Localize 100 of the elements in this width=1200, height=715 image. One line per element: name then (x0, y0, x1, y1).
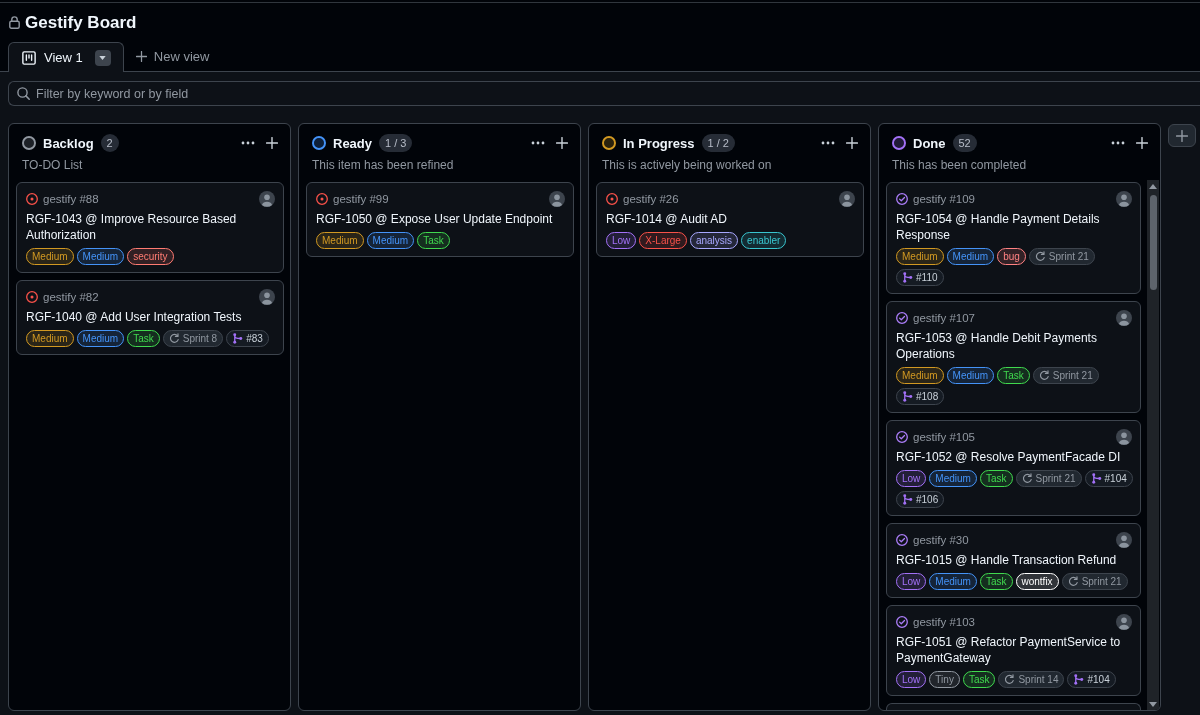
plus-icon (1176, 129, 1188, 142)
plus-icon (556, 137, 568, 149)
card-title[interactable]: RGF-1052 @ Resolve PaymentFacade DI (896, 449, 1134, 465)
column-title: In Progress (623, 135, 695, 151)
ellipsis-icon (531, 141, 545, 145)
card-title[interactable]: RGF-1050 @ Expose User Update Endpoint (316, 211, 567, 227)
issue-reference[interactable]: gestify #88 (43, 193, 99, 205)
linked-pull-request[interactable]: #110 (896, 269, 944, 286)
scroll-up-icon[interactable] (1149, 184, 1157, 189)
avatar-icon (259, 289, 275, 305)
issue-reference[interactable]: gestify #105 (913, 431, 975, 443)
ellipsis-icon (821, 141, 835, 145)
issue-label: security (127, 248, 174, 265)
circular-arrow-icon (1034, 251, 1046, 262)
avatar-icon (259, 191, 275, 207)
issue-reference[interactable]: gestify #30 (913, 534, 969, 546)
plus-icon (135, 51, 147, 62)
issue-reference[interactable]: gestify #103 (913, 616, 975, 628)
issue-label: Low (896, 671, 927, 688)
issue-label: X-Large (639, 232, 687, 249)
circular-arrow-icon (1004, 674, 1016, 685)
issue-card[interactable]: gestify #105 RGF-1052 @ Resolve PaymentFacade DI Low Medium Task Sprint 21 #104 #106 (886, 420, 1141, 516)
branch-icon (1090, 473, 1102, 484)
issue-label: Task (979, 573, 1013, 590)
circular-arrow-icon (168, 333, 180, 344)
linked-pull-request[interactable]: #104 (1067, 671, 1116, 688)
sprint-tag[interactable]: Sprint 21 (1028, 248, 1095, 265)
avatar-icon (1116, 310, 1132, 326)
issue-reference[interactable]: gestify #82 (43, 291, 99, 303)
issue-reference[interactable]: gestify #109 (913, 193, 975, 205)
issue-label: Medium (896, 367, 944, 384)
search-icon (17, 87, 30, 100)
issue-card[interactable]: gestify #103 RGF-1051 @ Refactor PaymentService to PaymentGateway Low Tiny Task Sprint 14 #104 (886, 605, 1141, 696)
new-view-button[interactable]: New view (127, 42, 218, 71)
issue-label: enabler (741, 232, 787, 249)
issue-label: Medium (929, 573, 977, 590)
sprint-tag[interactable]: Sprint 21 (1032, 367, 1099, 384)
view-tab[interactable]: View 1 (8, 42, 124, 72)
column-title: Done (913, 135, 946, 151)
linked-pull-request[interactable]: #83 (226, 330, 269, 347)
branch-icon (902, 391, 913, 402)
issue-label: Task (962, 671, 996, 688)
view-options-button[interactable] (94, 49, 111, 66)
issue-label: Low (896, 573, 927, 590)
issue-label: bug (997, 248, 1026, 265)
issue-label: Medium (366, 232, 415, 249)
issue-reference[interactable]: gestify #26 (623, 193, 679, 205)
issue-label: Medium (26, 330, 74, 347)
column-title: Backlog (43, 135, 94, 151)
issue-card[interactable]: gestify #88 RGF-1043 @ Improve Resource Based Authorization Medium Medium security (16, 182, 284, 273)
item-count: 1 / 3 (379, 134, 413, 152)
issue-card[interactable]: gestify #82 RGF-1040 @ Add User Integration Tests Medium Medium Task Sprint 8 #83 (16, 280, 284, 355)
linked-pull-request[interactable]: #106 (896, 491, 945, 508)
branch-icon (1073, 674, 1085, 685)
board-title: Gestify Board (25, 12, 137, 33)
board-icon (22, 50, 36, 65)
issue-label: Medium (26, 248, 74, 265)
card-title[interactable]: RGF-1043 @ Improve Resource Based Authorization (26, 211, 277, 243)
avatar-icon (549, 191, 565, 207)
issue-label: Medium (76, 330, 125, 347)
avatar-icon (1116, 191, 1132, 207)
ellipsis-icon (241, 141, 255, 145)
issue-card[interactable]: gestify #99 RGF-1050 @ Expose User Update Endpoint Medium Medium Task (306, 182, 574, 257)
linked-pull-request[interactable]: #104 (1084, 470, 1133, 487)
issue-label: Task (127, 330, 160, 347)
card-title[interactable]: RGF-1014 @ Audit AD (606, 211, 857, 227)
avatar-icon (839, 191, 855, 207)
issue-label: analysis (689, 232, 739, 249)
card-title[interactable]: RGF-1015 @ Handle Transaction Refund (896, 552, 1134, 568)
scroll-down-icon[interactable] (1149, 702, 1157, 707)
card-title[interactable]: RGF-1054 @ Handle Payment Details Response (896, 211, 1134, 243)
avatar-icon (1116, 532, 1132, 548)
item-count: 1 / 2 (701, 134, 735, 152)
scroll-thumb[interactable] (1149, 195, 1157, 290)
issue-reference[interactable]: gestify #107 (913, 312, 975, 324)
issue-reference[interactable]: gestify #99 (333, 193, 389, 205)
issue-label: Medium (946, 248, 995, 265)
branch-icon (232, 333, 244, 344)
card-title[interactable]: RGF-1051 @ Refactor PaymentService to PaymentGateway (896, 634, 1134, 666)
linked-pull-request[interactable]: #108 (896, 388, 945, 405)
column-description: This item has been refined (311, 157, 455, 173)
scrollbar-track[interactable] (1147, 180, 1159, 710)
sprint-tag[interactable]: Sprint 14 (998, 671, 1065, 688)
card-title[interactable]: RGF-1040 @ Add User Integration Tests (26, 309, 277, 325)
avatar-icon (1116, 614, 1132, 630)
issue-label: Task (417, 232, 450, 249)
add-column-button[interactable] (1168, 124, 1196, 147)
issue-card[interactable]: gestify #30 RGF-1015 @ Handle Transaction Refund Low Medium Task wontfix Sprint 21 (886, 523, 1141, 598)
branch-icon (902, 272, 913, 283)
issue-label: Task (979, 470, 1013, 487)
sprint-tag[interactable]: Sprint 21 (1061, 573, 1128, 590)
sprint-tag[interactable]: Sprint 8 (162, 330, 224, 347)
sprint-tag[interactable]: Sprint 21 (1015, 470, 1082, 487)
column-title: Ready (333, 135, 373, 151)
issue-card[interactable]: gestify #109 RGF-1054 @ Handle Payment Details Response Medium Medium bug Sprint 21 #110 (886, 182, 1141, 294)
card-title[interactable]: RGF-1053 @ Handle Debit Payments Operations (896, 330, 1134, 362)
issue-card[interactable]: gestify #26 RGF-1014 @ Audit AD Low X-Large analysis enabler (596, 182, 864, 257)
branch-icon (902, 494, 913, 505)
issue-card[interactable]: gestify #107 RGF-1053 @ Handle Debit Payments Operations Medium Medium Task Sprint 21 #108 (886, 301, 1141, 413)
filter-field[interactable]: Filter by keyword or by field (8, 81, 1200, 106)
